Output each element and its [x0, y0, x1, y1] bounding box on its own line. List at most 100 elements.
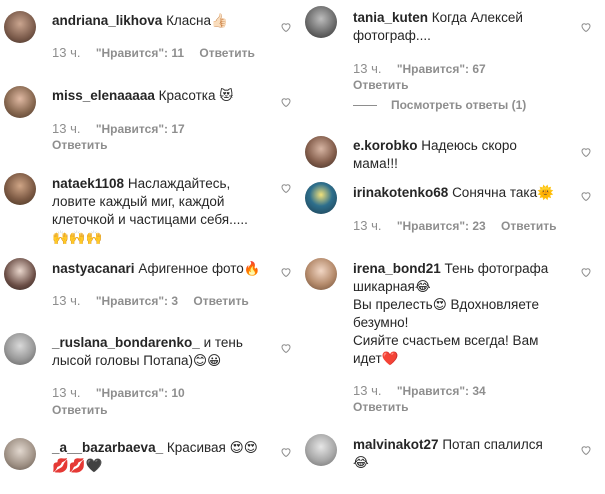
comment-text: Сияйте счастьем всегда! Вам	[353, 333, 539, 348]
reply-button[interactable]: Ответить	[52, 403, 107, 417]
comment-text: Сонячна така🌞	[452, 185, 554, 200]
heart-outline-icon[interactable]	[580, 444, 592, 456]
reply-button[interactable]: Ответить	[353, 78, 408, 92]
comment-time: 13 ч.	[52, 293, 81, 308]
comment-text: Надеюсь скоро	[421, 138, 517, 153]
comment-text: Красотка 😻	[158, 88, 234, 103]
comment-text: Красивая 😍😍	[166, 440, 258, 455]
comment-text: 🙌🙌🙌	[52, 230, 103, 245]
comment-time: 13 ч.	[353, 383, 382, 398]
avatar[interactable]	[305, 434, 337, 466]
comment-text: ловите каждый миг, каждой	[52, 194, 225, 209]
heart-outline-icon[interactable]	[580, 146, 592, 158]
avatar[interactable]	[4, 258, 36, 290]
comment-username[interactable]: tania_kuten	[353, 10, 428, 25]
comment-meta: 13 ч. "Нравится": 11 Ответить	[52, 45, 267, 61]
comment-likes[interactable]: "Нравится": 67	[397, 62, 486, 76]
reply-button[interactable]: Ответить	[193, 294, 248, 308]
comment-username[interactable]: irena_bond21	[353, 261, 441, 276]
comment-likes[interactable]: "Нравится": 23	[397, 219, 486, 233]
comment-time: 13 ч.	[52, 121, 81, 136]
avatar[interactable]	[4, 438, 36, 470]
avatar[interactable]	[305, 182, 337, 214]
divider-line	[353, 105, 377, 107]
comment-meta: 13 ч. "Нравится": 17	[52, 121, 197, 137]
comment-text: Наслаждайтесь,	[127, 176, 231, 191]
comment-time: 13 ч.	[353, 218, 382, 233]
comment-body: irena_bond21 Тень фотографа шикарная😂 Вы…	[353, 260, 585, 368]
comment-text: мама!!!	[353, 156, 398, 171]
comment-username[interactable]: nastyacanari	[52, 261, 135, 276]
reply-button[interactable]: Ответить	[52, 138, 107, 152]
comment-body: _ruslana_bondarenko_ и тень лысой головы…	[52, 334, 284, 370]
comment-username[interactable]: nataek1108	[52, 176, 124, 191]
comment-body: e.korobko Надеюсь скоро мама!!!	[353, 137, 578, 173]
comment-likes[interactable]: "Нравится": 34	[397, 384, 486, 398]
comment-text: 💋💋🖤	[52, 458, 103, 473]
comment-likes[interactable]: "Нравится": 3	[96, 294, 178, 308]
comment-text: фотограф....	[353, 28, 431, 43]
avatar[interactable]	[305, 258, 337, 290]
comment-text: Потап спалился	[442, 437, 543, 452]
avatar[interactable]	[4, 173, 36, 205]
comments-panel: andriana_likhova Класна👍🏻 13 ч. "Нравитс…	[0, 0, 605, 494]
comment-meta: 13 ч. "Нравится": 34	[353, 383, 498, 399]
avatar[interactable]	[305, 6, 337, 38]
comment-body: nastyacanari Афигенное фото🔥	[52, 260, 277, 278]
avatar[interactable]	[4, 11, 36, 43]
comment-username[interactable]: malvinakot27	[353, 437, 439, 452]
heart-outline-icon[interactable]	[580, 266, 592, 278]
reply-button[interactable]: Ответить	[199, 46, 254, 60]
comment-meta: 13 ч. "Нравится": 10	[52, 385, 197, 401]
comment-body: nataek1108 Наслаждайтесь, ловите каждый …	[52, 175, 284, 247]
comment-text: клеточкой и частицами себя.....	[52, 212, 248, 227]
comment-body: malvinakot27 Потап спалился 😂	[353, 436, 578, 472]
comment-text: Афигенное фото🔥	[138, 261, 261, 276]
comment-meta: 13 ч. "Нравится": 67	[353, 61, 498, 77]
heart-outline-icon[interactable]	[280, 342, 292, 354]
comment-username[interactable]: andriana_likhova	[52, 13, 162, 28]
heart-outline-icon[interactable]	[280, 182, 292, 194]
comment-text: Вы прелесть😍 Вдохновляете	[353, 297, 539, 312]
comment-body: andriana_likhova Класна👍🏻	[52, 12, 277, 30]
comment-time: 13 ч.	[52, 385, 81, 400]
comment-meta: 13 ч. "Нравится": 3 Ответить	[52, 293, 261, 309]
heart-outline-icon[interactable]	[580, 190, 592, 202]
reply-button[interactable]: Ответить	[353, 400, 408, 414]
comment-text: шикарная😂	[353, 279, 431, 294]
comment-text: Тень фотографа	[444, 261, 549, 276]
comment-body: tania_kuten Когда Алексей фотограф....	[353, 9, 578, 45]
comment-body: irinakotenko68 Сонячна така🌞	[353, 184, 578, 202]
comment-body: _a__bazarbaeva_ Красивая 😍😍 💋💋🖤	[52, 439, 284, 475]
comment-text: Класна👍🏻	[166, 13, 228, 28]
comment-text: и тень	[203, 335, 243, 350]
reply-button[interactable]: Ответить	[501, 219, 556, 233]
avatar[interactable]	[4, 333, 36, 365]
comment-username[interactable]: e.korobko	[353, 138, 418, 153]
comment-meta: 13 ч. "Нравится": 23 Ответить	[353, 218, 568, 234]
comment-username[interactable]: irinakotenko68	[353, 185, 448, 200]
view-replies-label: Посмотреть ответы (1)	[391, 98, 527, 112]
heart-outline-icon[interactable]	[280, 96, 292, 108]
comment-body: miss_elenaaaaa Красотка 😻	[52, 87, 277, 105]
heart-outline-icon[interactable]	[280, 21, 292, 33]
avatar[interactable]	[305, 136, 337, 168]
comment-likes[interactable]: "Нравится": 10	[96, 386, 185, 400]
comment-time: 13 ч.	[353, 61, 382, 76]
comment-text: Когда Алексей	[431, 10, 523, 25]
heart-outline-icon[interactable]	[280, 446, 292, 458]
heart-outline-icon[interactable]	[280, 266, 292, 278]
view-replies-button[interactable]: Посмотреть ответы (1)	[353, 98, 526, 112]
comment-likes[interactable]: "Нравится": 11	[96, 46, 184, 60]
comment-username[interactable]: miss_elenaaaaa	[52, 88, 155, 103]
avatar[interactable]	[4, 86, 36, 118]
comment-text: 😂	[353, 455, 369, 470]
comment-text: безумно!	[353, 315, 409, 330]
comment-likes[interactable]: "Нравится": 17	[96, 122, 185, 136]
comment-text: лысой головы Потапа)😊😀	[52, 353, 222, 368]
comment-time: 13 ч.	[52, 45, 81, 60]
comment-username[interactable]: _ruslana_bondarenko_	[52, 335, 200, 350]
heart-outline-icon[interactable]	[580, 21, 592, 33]
comment-username[interactable]: _a__bazarbaeva_	[52, 440, 163, 455]
comment-text: идет❤️	[353, 351, 399, 366]
